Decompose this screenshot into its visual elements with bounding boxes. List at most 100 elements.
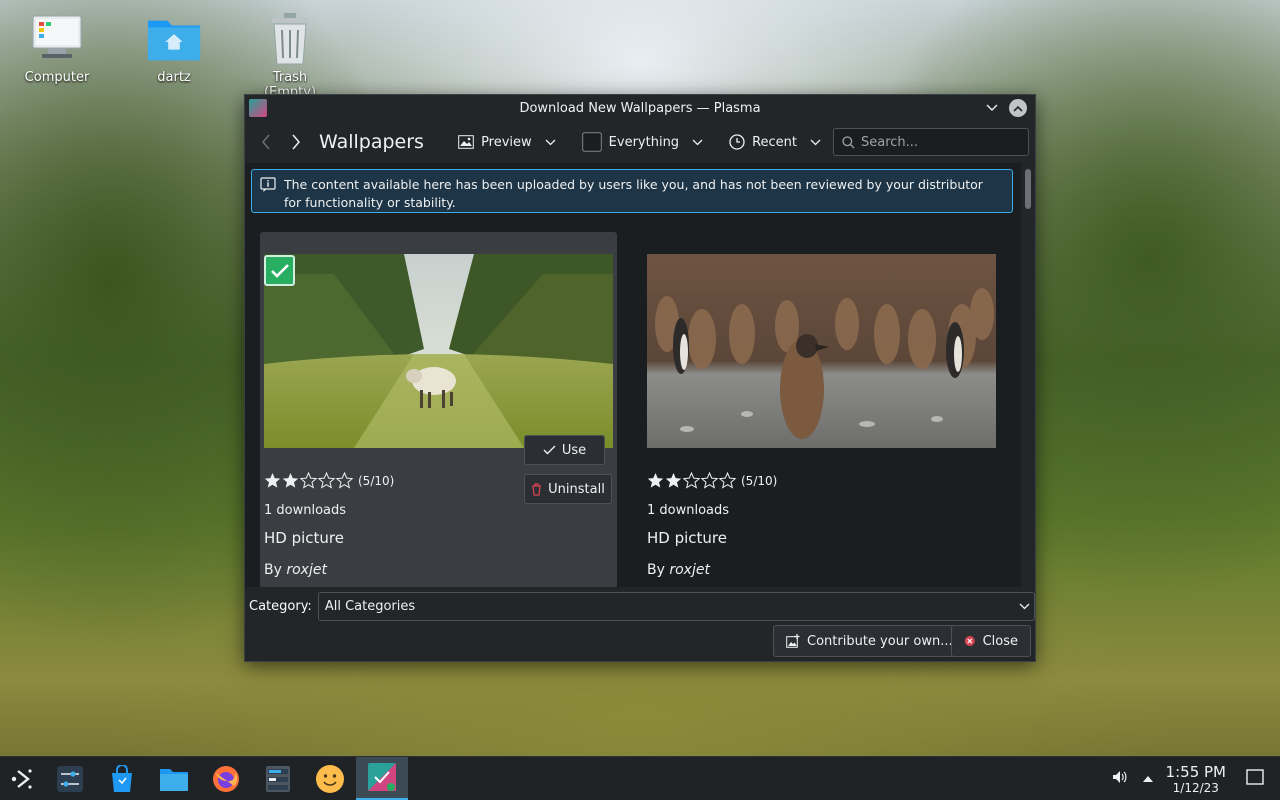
application-launcher-button[interactable] <box>0 757 44 800</box>
taskbar-firefox[interactable] <box>200 757 252 800</box>
star-rating-icon <box>647 472 736 489</box>
download-count: 1 downloads <box>647 503 730 518</box>
taskbar-discover[interactable] <box>96 757 148 800</box>
get-new-stuff-icon <box>368 763 396 791</box>
download-count: 1 downloads <box>264 503 347 518</box>
uninstall-button-label: Uninstall <box>548 481 605 497</box>
sort-label: Recent <box>752 134 797 150</box>
close-icon <box>964 636 975 646</box>
vertical-scrollbar[interactable] <box>1021 163 1035 587</box>
wallpaper-preview-image[interactable] <box>264 254 613 448</box>
arrow-left-icon <box>262 134 270 150</box>
wallpaper-card[interactable]: (5/10) 1 downloads HD picture By roxjet <box>643 232 1000 587</box>
window-minimize-button[interactable] <box>1009 99 1027 117</box>
search-field[interactable] <box>833 128 1029 156</box>
content-warning-banner: The content available here has been uplo… <box>251 169 1013 213</box>
checkmark-icon <box>543 445 556 455</box>
folder-icon <box>160 768 188 791</box>
author-line: By roxjet <box>647 562 710 578</box>
wallpaper-name: HD picture <box>647 529 727 547</box>
rating-stars: (5/10) <box>264 472 394 489</box>
back-button[interactable] <box>251 127 281 157</box>
wallpaper-preview-image[interactable] <box>647 254 996 448</box>
chevron-down-icon <box>692 139 703 145</box>
volume-icon[interactable] <box>1112 769 1128 789</box>
category-label: Category: <box>249 598 312 614</box>
checkbox-icon <box>581 132 602 152</box>
category-row: Category: All Categories <box>245 589 1035 623</box>
system-monitor-icon <box>266 765 290 792</box>
star-rating-icon <box>264 472 353 489</box>
search-input[interactable] <box>861 134 1011 150</box>
home-folder-icon <box>146 10 202 66</box>
clock-date: 1/12/23 <box>1172 780 1219 795</box>
notice-text: The content available here has been uplo… <box>284 177 983 210</box>
category-value: All Categories <box>324 598 416 614</box>
wallpaper-card[interactable]: Use Uninstall (5/10) 1 downloads HD pict… <box>260 232 617 587</box>
chevron-down-icon <box>1019 603 1030 609</box>
firefox-icon <box>213 765 239 792</box>
view-mode-dropdown[interactable]: Preview <box>452 127 562 157</box>
app-icon <box>249 99 267 117</box>
desktop-icon-trash[interactable]: Trash (Empty) <box>245 10 335 100</box>
window-title: Download New Wallpapers — Plasma <box>519 100 761 116</box>
use-button[interactable]: Use <box>524 435 605 465</box>
chevron-down-icon <box>545 139 556 145</box>
category-select[interactable]: All Categories <box>317 591 1035 621</box>
digital-clock[interactable]: 1:55 PM 1/12/23 <box>1165 762 1226 795</box>
taskbar-download-wallpapers[interactable] <box>356 756 408 800</box>
show-desktop-icon[interactable] <box>1246 769 1264 789</box>
page-heading: Wallpapers <box>319 131 424 153</box>
by-prefix: By <box>647 562 665 578</box>
chevron-down-icon <box>810 139 821 145</box>
arrow-right-icon <box>292 134 300 150</box>
window-titlebar[interactable]: Download New Wallpapers — Plasma <box>245 95 1035 121</box>
close-button-label: Close <box>982 633 1018 649</box>
system-tray: 1:55 PM 1/12/23 <box>1112 757 1280 800</box>
taskbar-system-settings[interactable] <box>44 757 96 800</box>
trash-icon <box>532 482 542 496</box>
desktop-icon-home-folder[interactable]: dartz <box>129 10 219 85</box>
forward-button[interactable] <box>281 127 311 157</box>
taskbar-emoji-selector[interactable] <box>304 757 356 800</box>
sort-dropdown[interactable]: Recent <box>723 127 827 157</box>
trash-icon <box>262 10 318 66</box>
filter-dropdown[interactable]: Everything <box>576 127 709 157</box>
use-button-label: Use <box>561 442 587 458</box>
desktop-icon-label: Computer <box>24 70 90 85</box>
author-link[interactable]: roxjet <box>669 562 710 578</box>
info-icon <box>260 177 276 192</box>
clock-time: 1:55 PM <box>1165 762 1226 781</box>
wallpaper-grid[interactable]: The content available here has been uplo… <box>245 163 1023 587</box>
download-wallpapers-dialog: Download New Wallpapers — Plasma Wallpap… <box>244 94 1036 662</box>
chevron-up-icon <box>1013 105 1023 112</box>
taskbar-dolphin[interactable] <box>148 757 200 800</box>
close-button[interactable]: Close <box>951 625 1031 657</box>
image-preview-icon <box>458 135 474 149</box>
desktop-icon-computer[interactable]: Computer <box>12 10 102 85</box>
rating-text: (5/10) <box>358 473 395 488</box>
taskbar-system-monitor[interactable] <box>252 757 304 800</box>
chevron-down-icon <box>986 104 998 111</box>
window-menu-button[interactable] <box>983 99 1001 117</box>
wallpaper-name: HD picture <box>264 529 344 547</box>
by-prefix: By <box>264 562 282 578</box>
rating-stars: (5/10) <box>647 472 777 489</box>
smiley-icon <box>316 764 344 793</box>
computer-icon <box>29 10 85 66</box>
uninstall-button[interactable]: Uninstall <box>524 474 612 504</box>
author-link[interactable]: roxjet <box>286 562 327 578</box>
contribute-button-label: Contribute your own... <box>807 633 953 649</box>
filter-label: Everything <box>608 134 680 150</box>
scrollbar-thumb[interactable] <box>1025 169 1031 209</box>
toolbar: Wallpapers Preview Everything Recent <box>245 121 1035 163</box>
launcher-icon <box>11 768 32 789</box>
installed-check-icon <box>264 255 295 286</box>
rating-text: (5/10) <box>741 473 778 488</box>
search-icon <box>842 135 855 149</box>
shopping-bag-icon <box>112 764 132 792</box>
contribute-button[interactable]: Contribute your own... <box>773 625 966 657</box>
tray-expand-icon[interactable] <box>1142 772 1154 787</box>
view-mode-label: Preview <box>481 134 532 150</box>
taskbar: 1:55 PM 1/12/23 <box>0 756 1280 800</box>
